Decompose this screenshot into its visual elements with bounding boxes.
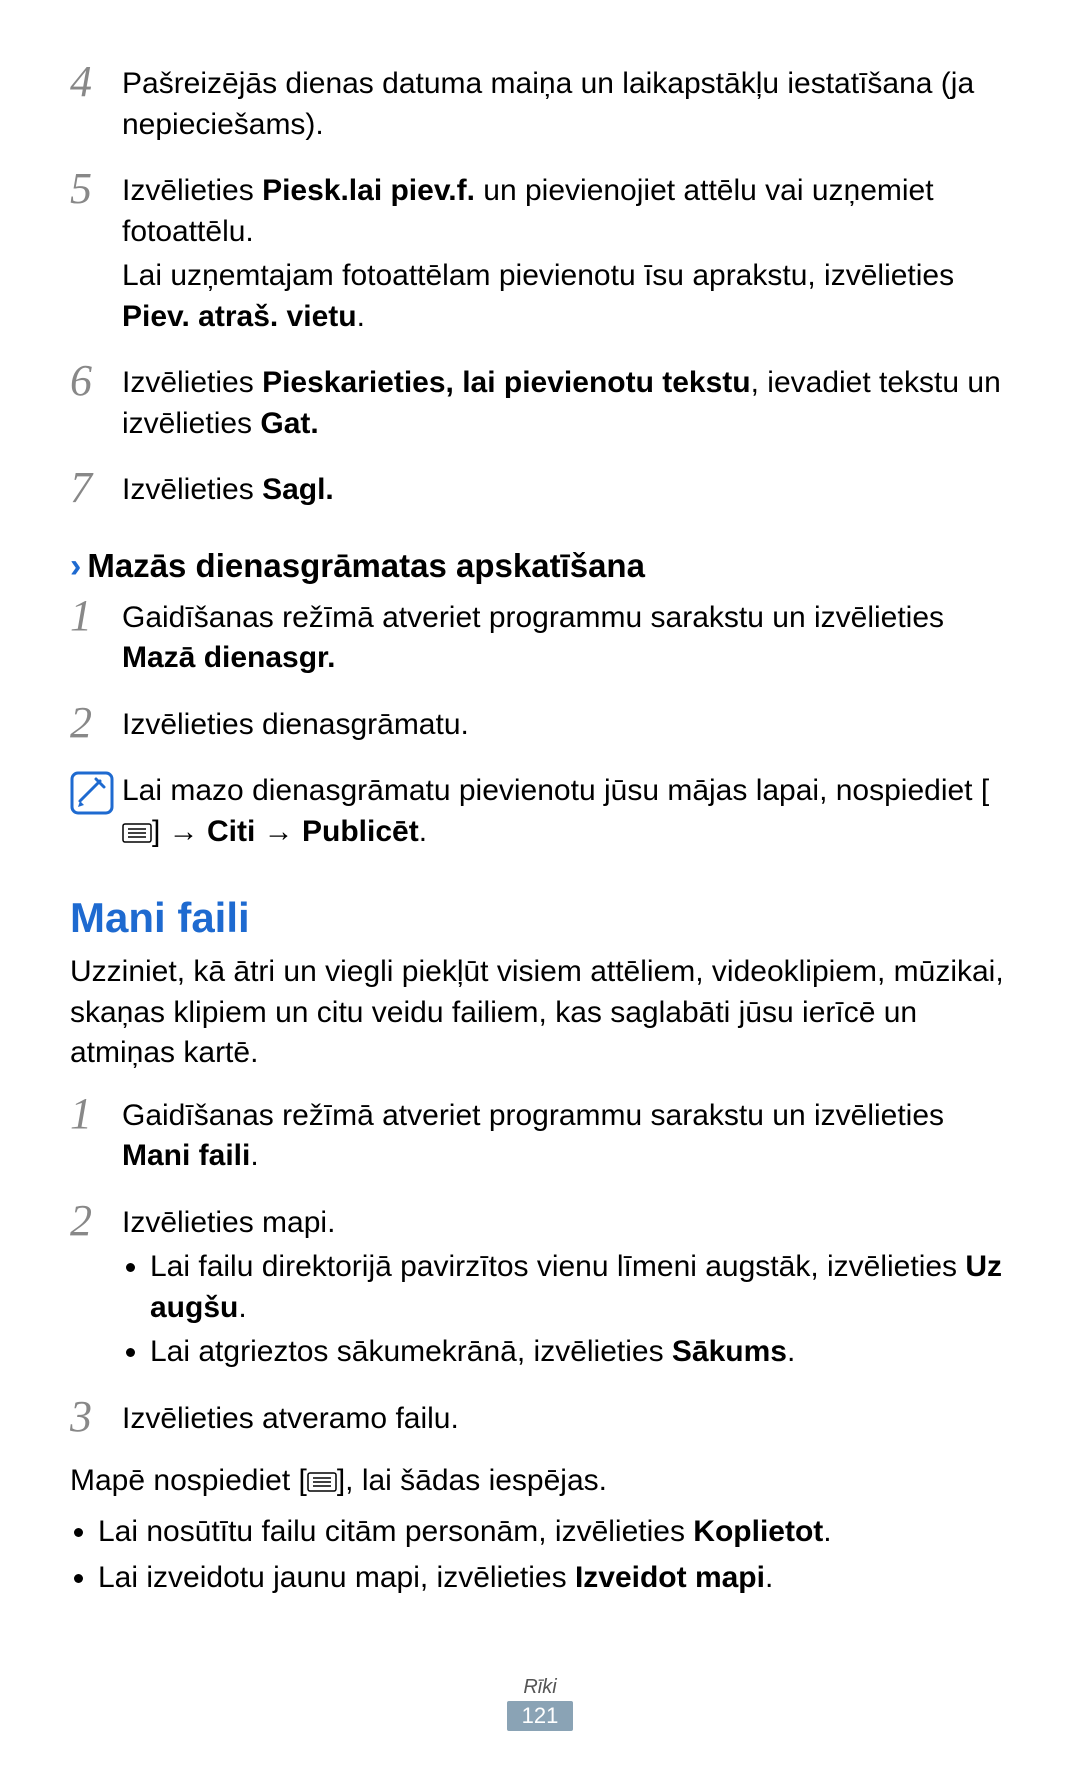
step-number: 2 — [70, 701, 122, 750]
menu-key-icon — [307, 1463, 337, 1504]
step-body: Izvēlieties Sagl. — [122, 466, 334, 515]
bold-text: Piev. atraš. vietu — [122, 300, 357, 333]
step-7: 7 Izvēlieties Sagl. — [70, 466, 1010, 515]
files-step-3: 3 Izvēlieties atveramo failu. — [70, 1395, 1010, 1444]
step-text: Izvēlieties atveramo failu. — [122, 1399, 459, 1440]
text: Izvēlieties — [122, 366, 262, 399]
bold-text: Izveidot mapi — [575, 1561, 765, 1594]
step-5: 5 Izvēlieties Piesk.lai piev.f. un pievi… — [70, 167, 1010, 341]
step-number: 3 — [70, 1395, 122, 1444]
page-footer: Rīki 121 — [70, 1676, 1010, 1731]
content: 4 Pašreizējās dienas datuma maiņa un lai… — [70, 60, 1010, 1636]
text: . — [238, 1291, 246, 1324]
text: Izvēlieties — [122, 174, 262, 207]
files-step-1: 1 Gaidīšanas režīmā atveriet programmu s… — [70, 1092, 1010, 1181]
page-number: 121 — [507, 1701, 573, 1731]
text: Lai atgrieztos sākumekrānā, izvēlieties — [150, 1335, 672, 1368]
step-body: Pašreizējās dienas datuma maiņa un laika… — [122, 60, 1010, 149]
text: Gaidīšanas režīmā atveriet programmu sar… — [122, 601, 944, 634]
step-bullets: Lai failu direktorijā pavirzītos vienu l… — [122, 1247, 1010, 1373]
text: . — [357, 300, 365, 333]
step-number: 1 — [70, 1092, 122, 1181]
bold-text: Mazā dienasgr. — [122, 641, 335, 674]
folder-options-intro: Mapē nospiediet [ ], lai šādas iespējas. — [70, 1461, 1010, 1504]
step-text: Pašreizējās dienas datuma maiņa un laika… — [122, 64, 1010, 145]
text: . — [823, 1515, 831, 1548]
step-body: Izvēlieties atveramo failu. — [122, 1395, 459, 1444]
text: Lai mazo dienasgrāmatu pievienotu jūsu m… — [122, 774, 989, 807]
bold-text: Gat. — [260, 407, 318, 440]
step-4: 4 Pašreizējās dienas datuma maiņa un lai… — [70, 60, 1010, 149]
text: ] → — [152, 815, 207, 848]
bold-text: Pieskarieties, lai pievienotu tekstu — [262, 366, 751, 399]
step-number: 1 — [70, 594, 122, 683]
text: Lai nosūtītu failu citām personām, izvēl… — [98, 1515, 693, 1548]
step-number: 5 — [70, 167, 122, 341]
bold-text: Citi — [207, 815, 255, 848]
step-number: 2 — [70, 1199, 122, 1377]
diary-step-1: 1 Gaidīšanas režīmā atveriet programmu s… — [70, 594, 1010, 683]
bold-text: Publicēt — [302, 815, 419, 848]
step-text: Gaidīšanas režīmā atveriet programmu sar… — [122, 598, 1010, 679]
subheading-text: Mazās dienasgrāmatas apskatīšana — [87, 547, 645, 585]
chevron-icon: › — [70, 547, 81, 586]
text: Mapē nospiediet [ — [70, 1464, 307, 1497]
list-item: Lai atgrieztos sākumekrānā, izvēlieties … — [150, 1332, 1010, 1373]
step-body: Gaidīšanas režīmā atveriet programmu sar… — [122, 594, 1010, 683]
menu-key-icon — [122, 814, 152, 855]
step-text: Izvēlieties dienasgrāmatu. — [122, 705, 469, 746]
list-item: Lai nosūtītu failu citām personām, izvēl… — [98, 1512, 1010, 1553]
step-text: Izvēlieties Sagl. — [122, 470, 334, 511]
text: Lai uzņemtajam fotoattēlam pievienotu īs… — [122, 259, 954, 292]
bold-text: Mani faili — [122, 1139, 250, 1172]
bold-text: Sākums — [672, 1335, 787, 1368]
step-body: Gaidīšanas režīmā atveriet programmu sar… — [122, 1092, 1010, 1181]
step-body: Izvēlieties Pieskarieties, lai pievienot… — [122, 359, 1010, 448]
step-text: Izvēlieties Pieskarieties, lai pievienot… — [122, 363, 1010, 444]
folder-options-list: Lai nosūtītu failu citām personām, izvēl… — [70, 1512, 1010, 1599]
text: . — [419, 815, 427, 848]
step-text: Izvēlieties mapi. — [122, 1203, 1010, 1244]
step-text: Gaidīšanas režīmā atveriet programmu sar… — [122, 1096, 1010, 1177]
list-item: Lai failu direktorijā pavirzītos vienu l… — [150, 1247, 1010, 1328]
page: 4 Pašreizējās dienas datuma maiņa un lai… — [0, 0, 1080, 1771]
text: ], lai šādas iespējas. — [337, 1464, 607, 1497]
footer-category: Rīki — [70, 1676, 1010, 1699]
subheading-diary-view: › Mazās dienasgrāmatas apskatīšana — [70, 547, 1010, 586]
note-icon — [70, 767, 122, 854]
note-text: Lai mazo dienasgrāmatu pievienotu jūsu m… — [122, 767, 1010, 854]
text: . — [250, 1139, 258, 1172]
step-6: 6 Izvēlieties Pieskarieties, lai pievien… — [70, 359, 1010, 448]
bold-text: Piesk.lai piev.f. — [262, 174, 475, 207]
list-item: Lai izveidotu jaunu mapi, izvēlieties Iz… — [98, 1558, 1010, 1599]
text: Gaidīšanas režīmā atveriet programmu sar… — [122, 1099, 944, 1132]
text: → — [255, 815, 302, 848]
section-title-mani-faili: Mani faili — [70, 894, 1010, 942]
intro-paragraph: Uzziniet, kā ātri un viegli piekļūt visi… — [70, 952, 1010, 1074]
bold-text: Koplietot — [693, 1515, 823, 1548]
text: . — [765, 1561, 773, 1594]
step-text: Izvēlieties Piesk.lai piev.f. un pievien… — [122, 171, 1010, 252]
note-publish: Lai mazo dienasgrāmatu pievienotu jūsu m… — [70, 767, 1010, 854]
diary-step-2: 2 Izvēlieties dienasgrāmatu. — [70, 701, 1010, 750]
files-step-2: 2 Izvēlieties mapi. Lai failu direktorij… — [70, 1199, 1010, 1377]
text: Lai izveidotu jaunu mapi, izvēlieties — [98, 1561, 575, 1594]
text: Izvēlieties — [122, 473, 262, 506]
step-number: 7 — [70, 466, 122, 515]
step-number: 4 — [70, 60, 122, 149]
step-body: Izvēlieties dienasgrāmatu. — [122, 701, 469, 750]
step-text: Lai uzņemtajam fotoattēlam pievienotu īs… — [122, 256, 1010, 337]
step-body: Izvēlieties Piesk.lai piev.f. un pievien… — [122, 167, 1010, 341]
bold-text: Sagl. — [262, 473, 334, 506]
text: Lai failu direktorijā pavirzītos vienu l… — [150, 1250, 965, 1283]
step-number: 6 — [70, 359, 122, 448]
step-body: Izvēlieties mapi. Lai failu direktorijā … — [122, 1199, 1010, 1377]
text: . — [787, 1335, 795, 1368]
